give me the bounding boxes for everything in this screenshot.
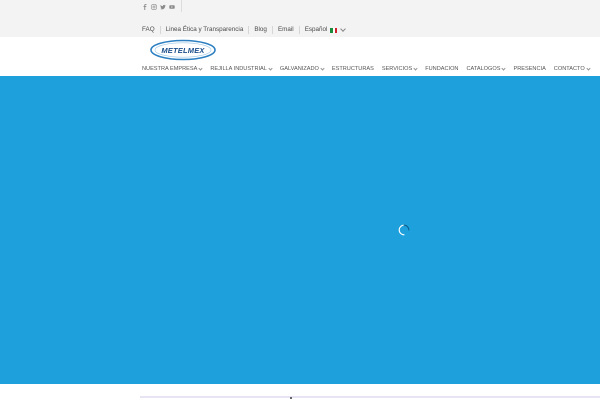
etica-link[interactable]: Linea Ética y Transparencia xyxy=(166,25,244,35)
nav-item-label: NUESTRA EMPRESA xyxy=(142,66,198,72)
nav-item-fundacion[interactable]: FUNDACION xyxy=(425,66,458,72)
blog-link[interactable]: Blog xyxy=(254,25,267,35)
divider xyxy=(248,26,250,34)
nav-item-nuestra-empresa[interactable]: NUESTRA EMPRESA xyxy=(142,65,203,72)
nav-item-rejilla-industrial[interactable]: REJILLA INDUSTRIAL xyxy=(210,65,273,72)
email-link[interactable]: Email xyxy=(278,25,294,35)
top-utility-bar: FAQ Linea Ética y Transparencia Blog Ema… xyxy=(0,0,600,37)
nav-item-estructuras[interactable]: ESTRUCTURAS xyxy=(332,66,374,72)
mexico-flag-icon xyxy=(330,27,338,33)
nav-item-label: CONTACTO xyxy=(553,66,585,72)
hero-slider xyxy=(0,76,600,384)
facebook-icon[interactable] xyxy=(142,4,148,11)
language-label: Español xyxy=(304,26,328,33)
divider xyxy=(290,397,292,399)
nav-item-label: REJILLA INDUSTRIAL xyxy=(210,66,267,72)
main-navigation: NUESTRA EMPRESA REJILLA INDUSTRIAL GALVANI… xyxy=(142,64,598,74)
chevron-down-icon xyxy=(413,65,418,71)
divider xyxy=(181,0,182,12)
chevron-down-icon xyxy=(268,65,273,71)
divider xyxy=(271,26,273,34)
chevron-down-icon xyxy=(198,65,203,71)
faq-link[interactable]: FAQ xyxy=(142,25,155,35)
nav-item-label: PRESENCIA xyxy=(513,66,546,72)
divider xyxy=(159,26,161,34)
metelmex-logo[interactable]: METELMEX xyxy=(149,39,217,61)
chevron-down-icon xyxy=(320,65,325,71)
top-links: FAQ Linea Ética y Transparencia Blog Ema… xyxy=(142,25,347,35)
logo-text: METELMEX xyxy=(161,45,205,55)
nav-item-galvanizado[interactable]: GALVANIZADO xyxy=(279,65,325,72)
nav-item-contacto[interactable]: CONTACTO xyxy=(553,65,591,72)
nav-item-presencia[interactable]: PRESENCIA xyxy=(513,66,545,72)
nav-item-label: CATALOGOS xyxy=(466,66,501,72)
chevron-down-icon xyxy=(340,26,347,32)
chevron-down-icon xyxy=(501,65,507,71)
twitter-icon[interactable] xyxy=(160,4,166,11)
loading-spinner-icon xyxy=(398,223,410,236)
language-selector[interactable]: Español xyxy=(304,25,347,35)
social-links xyxy=(142,3,175,11)
divider xyxy=(140,396,600,398)
nav-item-label: GALVANIZADO xyxy=(279,66,319,72)
youtube-icon[interactable] xyxy=(169,4,175,11)
nav-item-label: FUNDACION xyxy=(425,66,459,72)
nav-item-catalogos[interactable]: CATALOGOS xyxy=(466,65,507,72)
nav-item-servicios[interactable]: SERVICIOS xyxy=(381,65,418,72)
nav-item-label: SERVICIOS xyxy=(381,66,413,72)
chevron-down-icon xyxy=(586,65,591,71)
nav-item-label: ESTRUCTURAS xyxy=(331,66,374,72)
instagram-icon[interactable] xyxy=(151,4,157,11)
divider xyxy=(298,26,300,34)
